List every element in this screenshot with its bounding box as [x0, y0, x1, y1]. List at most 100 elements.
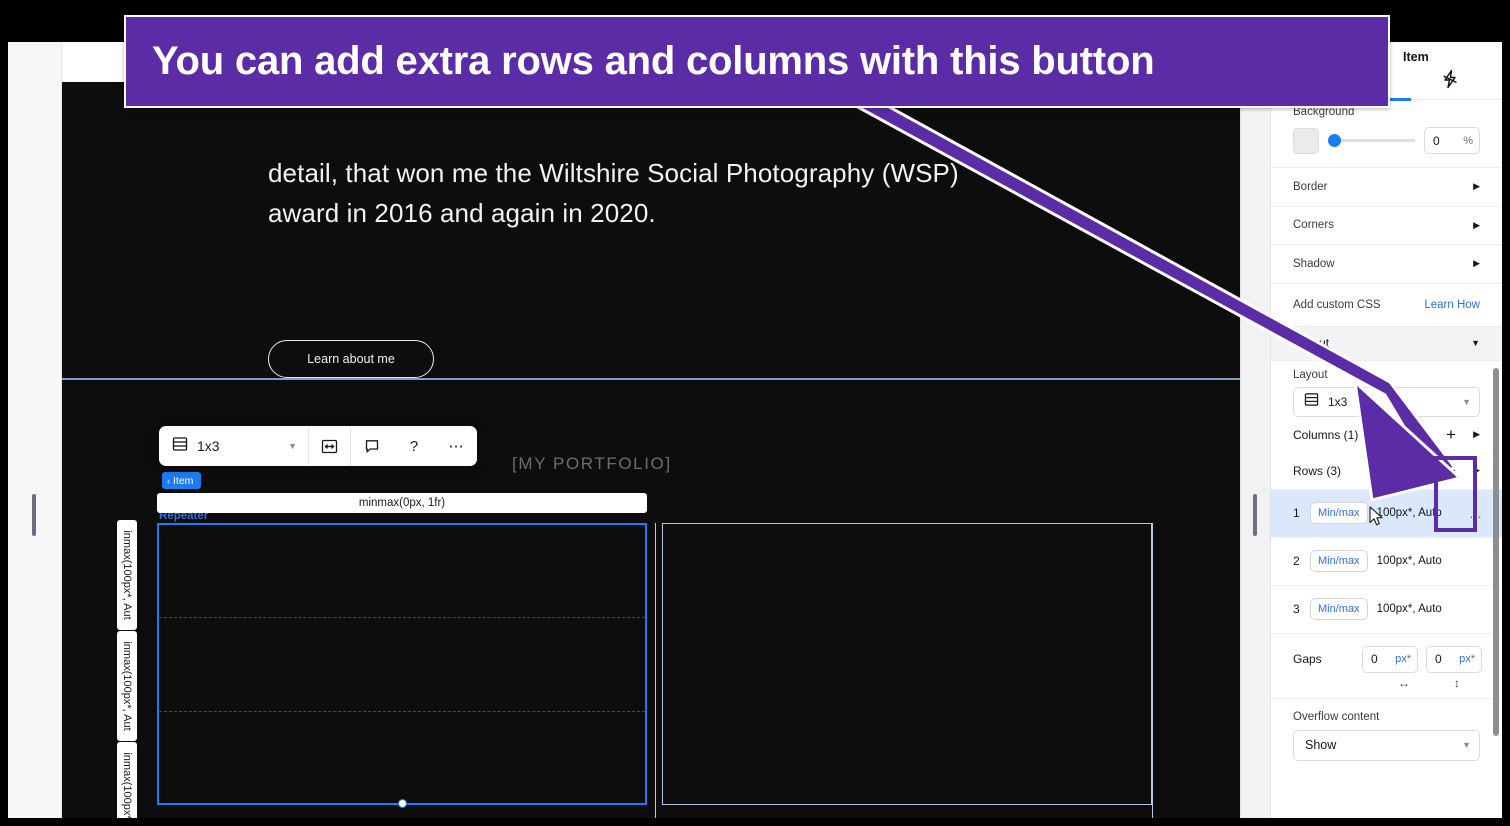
learn-about-me-button[interactable]: Learn about me: [268, 340, 434, 378]
shadow-label: Shadow: [1293, 257, 1335, 270]
hero-paragraph: detail, that won me the Wiltshire Social…: [268, 158, 959, 228]
grid-guide-line-center: [655, 523, 656, 818]
gaps-icon-row: ↔ ↕: [1293, 676, 1482, 690]
row-track-label[interactable]: inmax(100px*, Aut: [117, 742, 137, 818]
background-color-swatch[interactable]: [1293, 127, 1319, 154]
resize-handle-bottom[interactable]: [398, 799, 407, 808]
row-track-item[interactable]: 2 Min/max 100px*, Auto: [1271, 536, 1502, 585]
background-opacity-field[interactable]: 0 %: [1424, 127, 1480, 154]
grid-rows-icon: [172, 436, 188, 457]
overflow-section: Overflow content Show ▼: [1271, 699, 1502, 761]
editor-window: Desktop (Primary) ☐ detail, that won me …: [8, 42, 1502, 818]
background-controls-row: 0 %: [1293, 127, 1480, 154]
selected-grid-container[interactable]: [157, 523, 647, 808]
annotation-banner-text: You can add extra rows and columns with …: [152, 39, 1155, 83]
layout-field-label: Layout: [1293, 368, 1328, 381]
ellipsis-icon[interactable]: ⋯: [435, 426, 477, 466]
lightning-bolt-icon[interactable]: [1441, 69, 1459, 95]
section-divider: [62, 378, 1240, 380]
layout-preset-value: 1x3: [1328, 394, 1348, 409]
grid-rows-icon: [1304, 392, 1319, 412]
border-section[interactable]: Border ▶: [1271, 168, 1502, 207]
layout-preset-select[interactable]: 1x3 ▼: [1293, 386, 1480, 417]
track-index: 1: [1293, 506, 1300, 520]
gap-horizontal-field[interactable]: 0 px*: [1362, 645, 1418, 673]
shadow-section[interactable]: Shadow ▶: [1271, 245, 1502, 284]
grid-cell-right[interactable]: [662, 523, 1152, 805]
item-breadcrumb-pill[interactable]: ‹ Item: [162, 472, 202, 489]
learn-how-link[interactable]: Learn How: [1424, 299, 1480, 311]
comment-icon[interactable]: [351, 426, 393, 466]
opacity-unit: %: [1463, 134, 1473, 147]
background-opacity-slider[interactable]: [1328, 134, 1415, 147]
corners-section[interactable]: Corners ▶: [1271, 207, 1502, 245]
layout-section-title: Layout: [1293, 336, 1330, 350]
screenshot-root: Desktop (Primary) ☐ detail, that won me …: [0, 0, 1510, 826]
row-track-label-text: inmax(100px*, Aut: [121, 530, 133, 620]
row-track-label[interactable]: inmax(100px*, Aut: [117, 631, 137, 741]
gap-vertical-field[interactable]: 0 px*: [1426, 645, 1482, 673]
arrows-horizontal-icon: ↔: [1398, 675, 1410, 690]
resize-horizontal-icon[interactable]: [309, 426, 351, 466]
grid-row-divider: [159, 617, 645, 618]
track-index: 2: [1293, 554, 1300, 568]
columns-label: Columns (1): [1293, 427, 1359, 442]
border-row[interactable]: Border ▶: [1293, 168, 1480, 206]
portfolio-section-label: [MY PORTFOLIO]: [512, 454, 672, 473]
right-device-rail: [1240, 42, 1270, 818]
row-track-label-group: inmax(100px*, Aut inmax(100px*, Aut inma…: [117, 520, 137, 818]
design-canvas[interactable]: detail, that won me the Wiltshire Social…: [62, 82, 1240, 818]
inspector-title: Item: [1403, 50, 1429, 64]
inspector-scrollbar[interactable]: [1493, 368, 1499, 736]
plus-buttons-highlight-box: [1434, 456, 1477, 532]
overflow-select[interactable]: Show ▼: [1293, 729, 1480, 761]
grid-layout-select[interactable]: 1x3 ▼: [159, 426, 309, 466]
left-device-rail: Desktop (Primary) ☐: [8, 42, 62, 818]
layout-section-header[interactable]: Layout ▼: [1271, 326, 1502, 361]
track-index: 3: [1293, 602, 1300, 616]
device-label-rotated[interactable]: Desktop (Primary) ☐: [20, 42, 33, 56]
row-track-label[interactable]: inmax(100px*, Aut: [117, 520, 137, 630]
gap-vertical-unit: px*: [1459, 653, 1475, 665]
grid-row-divider: [159, 711, 645, 712]
gap-horizontal-value: 0: [1371, 652, 1378, 666]
add-column-button[interactable]: +: [1438, 422, 1464, 448]
slider-knob[interactable]: [1328, 134, 1341, 147]
column-track-label[interactable]: minmax(0px, 1fr): [157, 493, 647, 513]
triangle-down-icon: ▼: [1471, 338, 1480, 348]
chevron-down-icon: ▼: [1462, 740, 1471, 750]
left-rail-scrollbar[interactable]: [32, 494, 36, 536]
columns-row: Columns (1) + ▶: [1293, 417, 1480, 453]
background-section: Background 0 %: [1271, 100, 1502, 168]
custom-css-label: Add custom CSS: [1293, 298, 1381, 311]
rows-label: Rows (3): [1293, 463, 1342, 478]
opacity-value: 0: [1433, 133, 1440, 148]
triangle-right-icon: ▶: [1473, 258, 1480, 269]
grid-layout-value: 1x3: [197, 438, 220, 454]
chevron-down-icon: ▼: [288, 441, 297, 451]
row-track-label-text: inmax(100px*, Aut: [121, 752, 133, 818]
overflow-label: Overflow content: [1293, 710, 1380, 723]
track-description: 100px*, Auto: [1376, 603, 1442, 615]
minmax-chip[interactable]: Min/max: [1310, 550, 1368, 572]
grid-guide-line-right: [1152, 523, 1153, 818]
question-mark-icon[interactable]: ?: [393, 426, 435, 466]
arrows-vertical-icon: ↕: [1454, 675, 1460, 690]
gaps-row: Gaps 0 px* 0 px*: [1293, 645, 1482, 673]
item-pill-label: Item: [173, 474, 194, 487]
shadow-row[interactable]: Shadow ▶: [1293, 245, 1480, 283]
right-rail-scrollbar[interactable]: [1253, 494, 1257, 536]
minmax-chip[interactable]: Min/max: [1310, 598, 1368, 620]
triangle-right-icon[interactable]: ▶: [1464, 429, 1480, 440]
row-track-item[interactable]: 3 Min/max 100px*, Auto: [1271, 584, 1502, 633]
border-label: Border: [1293, 180, 1328, 193]
corners-row[interactable]: Corners ▶: [1293, 207, 1480, 245]
corners-label: Corners: [1293, 219, 1334, 232]
chevron-left-icon: ‹: [167, 475, 170, 486]
gap-horizontal-unit: px*: [1395, 653, 1411, 665]
minmax-chip[interactable]: Min/max: [1310, 502, 1368, 524]
grid-floating-toolbar[interactable]: 1x3 ▼ ? ⋯: [159, 426, 477, 466]
triangle-right-icon: ▶: [1473, 219, 1480, 230]
gaps-label: Gaps: [1293, 652, 1322, 666]
custom-css-section: Add custom CSS Learn How: [1271, 284, 1502, 327]
